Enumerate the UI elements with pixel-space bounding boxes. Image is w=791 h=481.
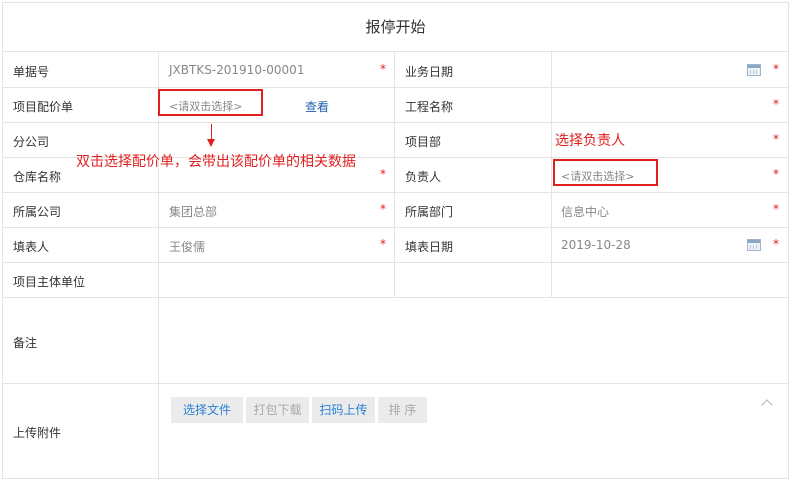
filler-label: 填表人	[13, 240, 50, 254]
view-quote-link[interactable]: 查看	[305, 98, 329, 115]
row-divider	[3, 192, 788, 193]
column-divider	[394, 52, 395, 297]
owner-label: 负责人	[405, 170, 442, 184]
required-mark: *	[773, 97, 779, 111]
stop-report-form: 报停开始 单据号 JXBTKS-201910-00001 * 业务日期 * 项目…	[2, 2, 789, 480]
row-divider	[3, 297, 788, 298]
required-mark: *	[380, 202, 386, 216]
calendar-icon[interactable]	[747, 239, 761, 251]
chevron-up-icon[interactable]	[761, 399, 773, 411]
form-title: 报停开始	[3, 3, 788, 52]
pack-download-button[interactable]: 打包下载	[246, 397, 309, 423]
owner-select-field[interactable]: <请双击选择>	[561, 168, 634, 184]
doc-no-field[interactable]: JXBTKS-201910-00001	[169, 63, 304, 77]
remark-label: 备注	[13, 336, 38, 350]
department-label: 所属部门	[405, 205, 454, 219]
row-divider	[3, 122, 788, 123]
required-mark: *	[380, 62, 386, 76]
warehouse-label: 仓库名称	[13, 170, 62, 184]
required-mark: *	[380, 237, 386, 251]
arrow-line	[211, 124, 212, 140]
required-mark: *	[380, 167, 386, 181]
quote-label: 项目配价单	[13, 100, 74, 114]
row-divider	[3, 383, 788, 384]
scan-upload-button[interactable]: 扫码上传	[312, 397, 375, 423]
project-entity-label: 项目主体单位	[13, 275, 86, 289]
company-label: 所属公司	[13, 205, 62, 219]
required-mark: *	[773, 202, 779, 216]
department-field[interactable]: 信息中心	[561, 203, 609, 220]
row-divider	[3, 262, 788, 263]
owner-annotation: 选择负责人	[555, 133, 625, 149]
required-mark: *	[773, 167, 779, 181]
attachment-label: 上传附件	[13, 426, 62, 440]
company-field[interactable]: 集团总部	[169, 203, 217, 220]
project-name-label: 工程名称	[405, 100, 454, 114]
fill-date-label: 填表日期	[405, 240, 454, 254]
arrow-down-icon	[207, 139, 215, 147]
sort-button[interactable]: 排 序	[378, 397, 427, 423]
biz-date-label: 业务日期	[405, 65, 454, 79]
row-divider	[3, 87, 788, 88]
doc-no-label: 单据号	[13, 65, 50, 79]
row-divider	[3, 227, 788, 228]
select-file-button[interactable]: 选择文件	[171, 397, 243, 423]
quote-annotation: 双击选择配价单，会带出该配价单的相关数据	[76, 154, 356, 170]
filler-field[interactable]: 王俊儒	[169, 238, 205, 255]
column-divider	[551, 52, 552, 297]
calendar-icon[interactable]	[747, 64, 761, 76]
required-mark: *	[773, 62, 779, 76]
project-dept-label: 项目部	[405, 135, 442, 149]
required-mark: *	[773, 237, 779, 251]
column-divider	[158, 52, 159, 480]
branch-label: 分公司	[13, 135, 50, 149]
fill-date-field[interactable]: 2019-10-28	[561, 238, 631, 252]
required-mark: *	[773, 132, 779, 146]
quote-select-field[interactable]: <请双击选择>	[169, 98, 242, 114]
